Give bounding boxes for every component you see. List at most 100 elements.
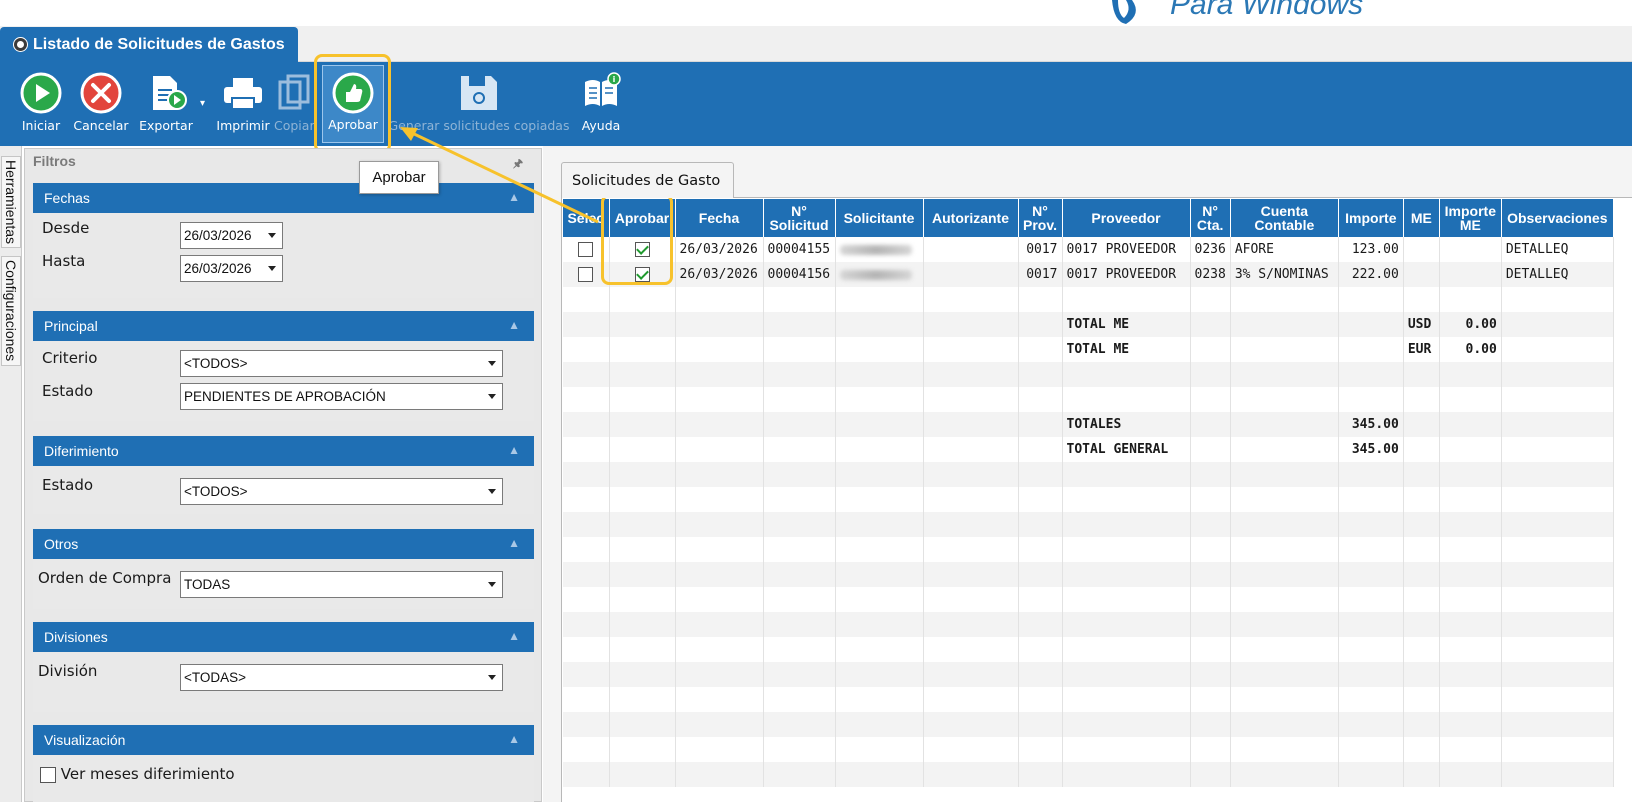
ver-meses-checkbox[interactable] [40, 766, 56, 783]
ver-meses-option[interactable]: Ver meses diferimiento [40, 765, 235, 783]
usd-label: USD [1403, 312, 1440, 337]
hasta-value: 26/03/2026 [184, 261, 252, 276]
filters-title: Filtros 🖈 [33, 153, 533, 175]
group-divisiones-header[interactable]: Divisiones ▲ [33, 622, 534, 652]
dif-estado-value: <TODOS> [184, 484, 248, 499]
copiar-button[interactable]: Copiar [274, 62, 315, 146]
col-header-selec[interactable]: Selec [563, 199, 610, 237]
table-row [563, 537, 1614, 562]
col-header-cta[interactable]: N° Cta. [1190, 199, 1231, 237]
table-row [563, 762, 1614, 787]
ayuda-button[interactable]: i Ayuda [576, 62, 626, 146]
table-row[interactable]: 26/03/2026 00004155 0017 0017 PROVEEDOR … [563, 237, 1614, 262]
cell-cta: 0238 [1190, 262, 1231, 287]
chevron-up-icon[interactable]: ▲ [508, 536, 520, 550]
chevron-down-icon [268, 233, 276, 238]
group-fechas-header[interactable]: Fechas ▲ [33, 183, 534, 213]
table-row [563, 487, 1614, 512]
tab-radio-icon [14, 38, 27, 51]
selec-checkbox[interactable] [578, 267, 594, 282]
aprobar-checkbox[interactable] [634, 267, 650, 282]
desde-date-field[interactable]: 26/03/2026 [180, 222, 283, 249]
col-header-solicitante[interactable]: Solicitante [835, 199, 924, 237]
division-label: División [38, 662, 98, 680]
col-header-me[interactable]: ME [1403, 199, 1440, 237]
chevron-down-icon: ▾ [200, 98, 206, 109]
group-visualizacion-title: Visualización [44, 732, 126, 748]
chevron-up-icon[interactable]: ▲ [508, 629, 520, 643]
table-row [563, 387, 1614, 412]
chevron-up-icon[interactable]: ▲ [508, 732, 520, 746]
col-header-solicitud[interactable]: N° Solicitud [763, 199, 836, 237]
cell-importe: 222.00 [1338, 262, 1404, 287]
table-row: TOTAL ME EUR 0.00 [563, 337, 1614, 362]
chevron-up-icon[interactable]: ▲ [508, 318, 520, 332]
chevron-up-icon[interactable]: ▲ [508, 190, 520, 204]
criterio-select[interactable]: <TODOS> [180, 350, 503, 377]
table-row [563, 287, 1614, 312]
table-row [563, 362, 1614, 387]
imprimir-label: Imprimir [216, 118, 270, 133]
total-me-usd-label: TOTAL ME [1062, 312, 1191, 337]
group-diferimiento-header[interactable]: Diferimiento ▲ [33, 436, 534, 466]
col-header-autorizante[interactable]: Autorizante [923, 199, 1019, 237]
hasta-label: Hasta [42, 252, 86, 270]
side-tab-configuraciones[interactable]: Configuraciones [1, 256, 21, 366]
cell-importe: 123.00 [1338, 237, 1404, 262]
pin-icon[interactable]: 🖈 [513, 155, 523, 174]
exportar-dropdown[interactable]: ▾ [199, 62, 209, 146]
group-otros-header[interactable]: Otros ▲ [33, 529, 534, 559]
chevron-down-icon [488, 394, 496, 399]
chevron-up-icon[interactable]: ▲ [508, 443, 520, 457]
cell-solicitud: 00004156 [763, 262, 836, 287]
copiar-label: Copiar [274, 118, 315, 133]
division-value: <TODAS> [184, 670, 247, 685]
iniciar-button[interactable]: Iniciar [16, 62, 66, 146]
table-row [563, 712, 1614, 737]
hasta-date-field[interactable]: 26/03/2026 [180, 255, 283, 282]
dif-estado-select[interactable]: <TODOS> [180, 478, 503, 505]
side-tab-herramientas[interactable]: Herramientas [1, 156, 21, 248]
col-header-observaciones[interactable]: Observaciones [1501, 199, 1614, 237]
group-diferimiento-body: Estado <TODOS> [33, 466, 534, 514]
table-row [563, 637, 1614, 662]
imprimir-button[interactable]: Imprimir [212, 62, 274, 146]
col-header-prov[interactable]: N° Prov. [1018, 199, 1063, 237]
aprobar-checkbox[interactable] [634, 242, 650, 257]
tab-solicitudes-de-gasto[interactable]: Solicitudes de Gasto [561, 162, 734, 198]
group-otros-body: Orden de Compra TODAS [33, 559, 534, 609]
group-principal-title: Principal [44, 318, 98, 334]
col-header-aprobar[interactable]: Aprobar [609, 199, 676, 237]
side-tab-strip: Herramientas Configuraciones [0, 146, 22, 802]
group-visualizacion-header[interactable]: Visualización ▲ [33, 725, 534, 755]
col-header-importe[interactable]: Importe [1338, 199, 1404, 237]
exportar-button[interactable]: Exportar [134, 62, 198, 146]
table-row[interactable]: 26/03/2026 00004156 0017 0017 PROVEEDOR … [563, 262, 1614, 287]
group-principal-header[interactable]: Principal ▲ [33, 311, 534, 341]
selec-checkbox[interactable] [578, 242, 594, 257]
table-row [563, 662, 1614, 687]
col-header-fecha[interactable]: Fecha [675, 199, 764, 237]
col-header-cuenta-contable[interactable]: Cuenta Contable [1230, 199, 1339, 237]
group-divisiones: Divisiones ▲ División <TODAS> [33, 622, 534, 712]
col-header-proveedor[interactable]: Proveedor [1062, 199, 1191, 237]
estado-select[interactable]: PENDIENTES DE APROBACIÓN [180, 383, 503, 410]
group-diferimiento-title: Diferimiento [44, 443, 119, 459]
iniciar-label: Iniciar [21, 118, 61, 133]
orden-compra-select[interactable]: TODAS [180, 571, 503, 598]
total-general-label: TOTAL GENERAL [1062, 437, 1191, 462]
chevron-down-icon [488, 489, 496, 494]
col-header-importe-me[interactable]: Importe ME [1439, 199, 1502, 237]
generar-solicitudes-button[interactable]: Generar solicitudes copiadas [384, 62, 574, 146]
cancelar-button[interactable]: Cancelar [70, 62, 132, 146]
totales-label: TOTALES [1062, 412, 1191, 437]
estado-value: PENDIENTES DE APROBACIÓN [184, 389, 386, 404]
generar-solicitudes-label: Generar solicitudes copiadas [388, 118, 570, 133]
chevron-down-icon [488, 675, 496, 680]
group-fechas: Fechas ▲ Desde 26/03/2026 Hasta 26/03/20… [33, 183, 534, 298]
document-tab[interactable]: Listado de Solicitudes de Gastos [0, 27, 298, 62]
export-icon [153, 76, 187, 110]
table-row [563, 512, 1614, 537]
document-tab-label: Listado de Solicitudes de Gastos [33, 35, 285, 53]
division-select[interactable]: <TODAS> [180, 664, 503, 691]
